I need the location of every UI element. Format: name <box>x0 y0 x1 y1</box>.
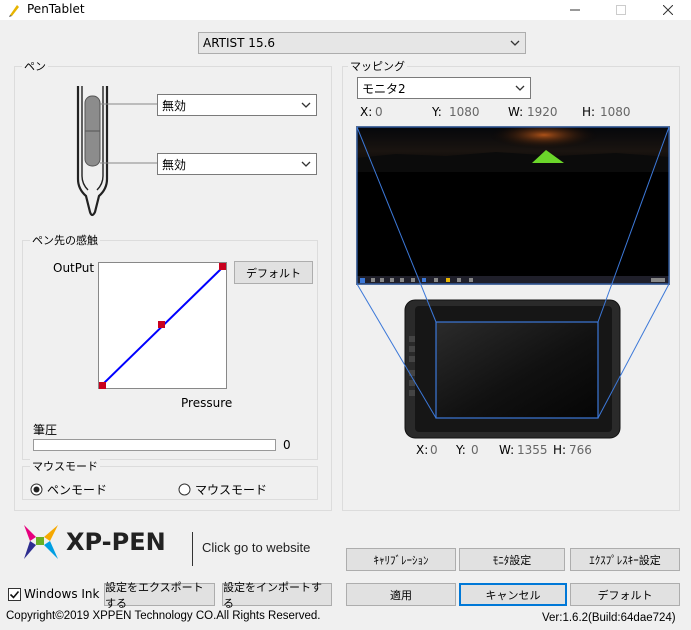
upper-button-select[interactable]: 無効 <box>157 94 317 116</box>
chevron-down-icon <box>301 161 311 167</box>
app-icon <box>9 5 19 17</box>
screen-h-value: 1080 <box>600 105 631 119</box>
pressure-level-value: 0 <box>283 438 291 452</box>
monitor-settings-button[interactable]: ﾓﾆﾀ設定 <box>459 548 565 571</box>
windows-ink-label: Windows Ink <box>24 587 100 601</box>
tablet-x-label: X: <box>416 443 429 457</box>
radio-unchecked-icon <box>178 483 191 496</box>
mouse-mode-label: マウスモード <box>30 458 100 474</box>
monitor-select-value: モニタ2 <box>362 81 406 96</box>
window-title: PenTablet <box>27 2 85 16</box>
calibration-button[interactable]: ｷｬﾘﾌﾞﾚｰｼｮﾝ <box>346 548 456 571</box>
lower-button-value: 無効 <box>162 157 187 172</box>
lower-button-select[interactable]: 無効 <box>157 153 317 175</box>
windows-ink-checkbox[interactable]: Windows Ink <box>8 587 99 601</box>
mouse-mode-radio[interactable]: マウスモード <box>178 481 267 498</box>
curve-point-mid[interactable] <box>158 321 165 328</box>
radio-checked-icon <box>30 483 43 496</box>
pen-mode-radio[interactable]: ペンモード <box>30 481 107 498</box>
screen-x-value: 0 <box>375 105 383 119</box>
tablet-w-label: W: <box>499 443 515 457</box>
tablet-x-value: 0 <box>430 443 438 457</box>
device-select-value: ARTIST 15.6 <box>203 36 276 50</box>
pressure-curve[interactable] <box>98 262 228 390</box>
chevron-down-icon <box>301 102 311 108</box>
export-settings-button[interactable]: 設定をエクスポートする <box>104 581 215 610</box>
tablet-illustration <box>404 299 621 439</box>
pressure-level-bar <box>33 439 276 451</box>
curve-default-button[interactable]: デフォルト <box>234 261 313 284</box>
monitor-select[interactable]: モニタ2 <box>357 77 531 99</box>
tablet-h-label: H: <box>553 443 567 457</box>
xppen-logo[interactable]: XP-PEN <box>20 521 166 563</box>
device-select[interactable]: ARTIST 15.6 <box>198 32 526 54</box>
minimize-icon <box>570 9 580 11</box>
screen-w-value: 1920 <box>527 105 558 119</box>
maximize-button <box>598 0 644 20</box>
curve-point-start[interactable] <box>99 382 106 389</box>
close-icon <box>663 5 673 15</box>
xppen-logo-icon <box>24 525 58 559</box>
apply-button[interactable]: 適用 <box>346 583 456 606</box>
cancel-button[interactable]: キャンセル <box>459 583 567 606</box>
chevron-down-icon <box>510 40 520 46</box>
default-button[interactable]: デフォルト <box>570 583 680 606</box>
screen-y-value: 1080 <box>449 105 480 119</box>
mouse-mode-radio-label: マウスモード <box>195 483 268 497</box>
close-button[interactable] <box>645 0 691 20</box>
tablet-y-value: 0 <box>471 443 479 457</box>
import-settings-button[interactable]: 設定をインポートする <box>222 581 332 610</box>
express-keys-button[interactable]: ｴｸｽﾌﾟﾚｽｷｰ設定 <box>570 548 680 571</box>
hitsuatsu-label: 筆圧 <box>33 423 58 437</box>
logo-divider <box>192 532 193 566</box>
screen-preview <box>356 126 670 285</box>
pen-group-label: ペン <box>22 58 48 74</box>
pen-illustration-icon <box>76 86 158 217</box>
version-text: Ver:1.6.2(Build:64dae724) <box>542 612 676 624</box>
minimize-button[interactable] <box>552 0 598 20</box>
website-link[interactable]: Click go to website <box>202 540 310 555</box>
chevron-down-icon <box>515 85 525 91</box>
curve-point-end[interactable] <box>219 263 226 270</box>
copyright-text: Copyright©2019 XPPEN Technology CO.All R… <box>6 610 321 622</box>
screen-x-label: X: <box>360 105 373 119</box>
screen-y-label: Y: <box>432 105 442 119</box>
upper-button-value: 無効 <box>162 98 187 113</box>
mapping-preview[interactable] <box>356 126 671 446</box>
checkbox-checked-icon <box>8 587 21 601</box>
mapping-group-label: マッピング <box>348 58 407 74</box>
tablet-h-value: 766 <box>569 443 592 457</box>
screen-h-label: H: <box>582 105 596 119</box>
xppen-logo-text: XP-PEN <box>66 528 166 556</box>
pressure-group-label: ペン先の感触 <box>30 232 100 248</box>
pen-mode-label: ペンモード <box>47 483 108 497</box>
screen-w-label: W: <box>508 105 524 119</box>
output-label: OutPut <box>53 261 95 275</box>
tablet-w-value: 1355 <box>517 443 548 457</box>
maximize-icon <box>616 5 626 15</box>
tablet-y-label: Y: <box>456 443 466 457</box>
pressure-axis-label: Pressure <box>181 396 233 410</box>
